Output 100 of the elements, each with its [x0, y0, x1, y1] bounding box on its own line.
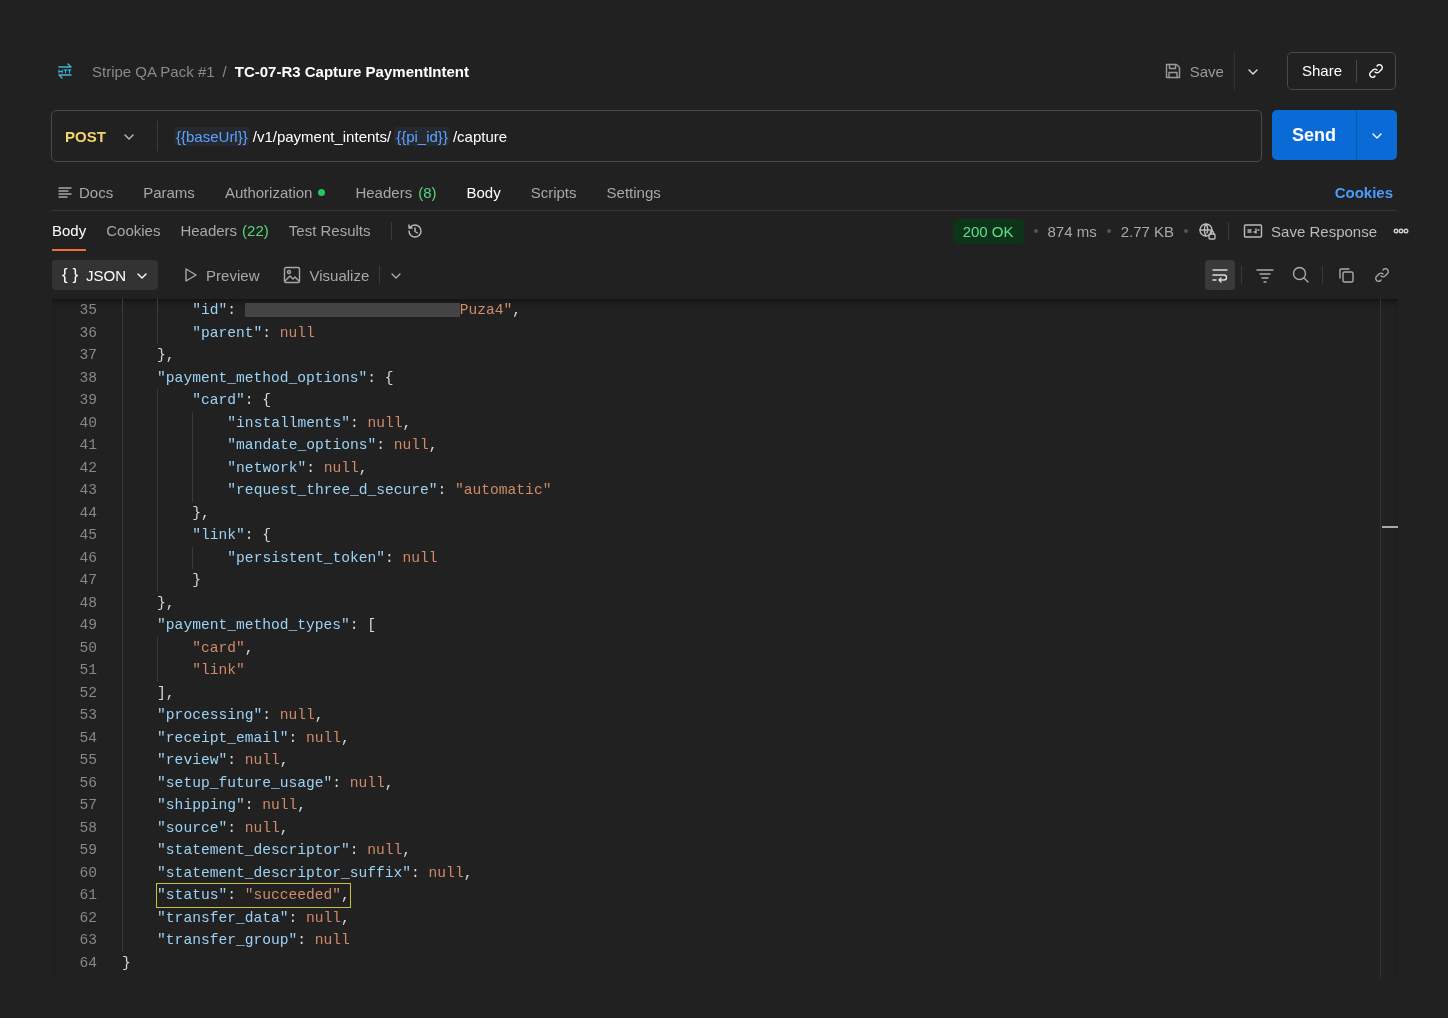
response-tab[interactable]: Test Results [288, 211, 371, 251]
url-variable[interactable]: {{pi_id}} [394, 126, 450, 146]
code-line: ], [157, 683, 175, 703]
code-line: }, [192, 503, 210, 523]
line-number: 36 [78, 323, 98, 343]
copy-icon [1337, 266, 1355, 284]
format-dropdown[interactable]: { } JSON [52, 260, 159, 290]
code-line: "id": Puza4", [192, 301, 522, 320]
code-line: "receipt_email": null, [157, 728, 350, 748]
line-number: 35 [78, 301, 98, 320]
response-tab[interactable]: Body [52, 211, 87, 251]
line-number: 45 [78, 526, 98, 545]
preview-button[interactable]: Preview [182, 266, 260, 284]
response-size: 2.77 KB [1120, 222, 1175, 240]
globe-lock-icon[interactable] [1198, 222, 1217, 240]
line-number: 64 [78, 953, 98, 973]
history-icon[interactable] [405, 222, 424, 240]
code-line: "review": null, [157, 751, 289, 770]
response-tab[interactable]: Cookies [106, 211, 161, 251]
code-line: "statement_descriptor": null, [157, 841, 412, 860]
line-number: 39 [78, 391, 98, 410]
scrollbar-mark [1382, 526, 1398, 528]
code-line: "payment_method_options": { [157, 368, 394, 388]
url-path: /capture [452, 127, 508, 145]
filter-icon [1255, 266, 1275, 284]
save-response-button[interactable]: Save Response [1243, 222, 1377, 240]
code-line: }, [157, 346, 175, 365]
line-number: 41 [78, 436, 98, 455]
request-tab[interactable]: Scripts [530, 174, 577, 210]
highlighted-code-line: "status": "succeeded", [157, 884, 350, 907]
line-number: 61 [78, 886, 98, 905]
line-number: 50 [78, 638, 98, 658]
send-button[interactable]: Send [1272, 110, 1397, 160]
save-button[interactable]: Save [1153, 52, 1234, 90]
visualize-button[interactable]: Visualize [283, 266, 370, 284]
code-line: "source": null, [157, 818, 289, 838]
cookies-link[interactable]: Cookies [1334, 183, 1393, 201]
line-number: 55 [78, 751, 98, 770]
line-number: 47 [78, 571, 98, 590]
code-line: "transfer_data": null, [157, 908, 350, 928]
request-tab[interactable]: Body [466, 174, 501, 210]
line-number: 49 [78, 616, 98, 635]
code-line: } [192, 571, 201, 590]
line-number: 37 [78, 346, 98, 365]
code-line: "persistent_token": null [227, 548, 438, 568]
url-bar[interactable]: POST {{baseUrl}} /v1/payment_intents/ {{pi_id}} /capture [51, 110, 1262, 162]
share-button[interactable]: Share [1286, 52, 1396, 90]
line-number: 51 [78, 661, 98, 680]
code-line: "card", [192, 638, 254, 658]
code-line: "network": null, [227, 458, 368, 478]
line-number: 54 [78, 728, 98, 748]
code-line: "request_three_d_secure": "automatic" [227, 481, 552, 500]
code-line: }, [157, 593, 175, 613]
line-number: 62 [78, 908, 98, 928]
code-line: "payment_method_types": [ [157, 616, 377, 635]
line-number: 52 [78, 683, 98, 703]
line-number: 59 [78, 841, 98, 860]
lines-icon [57, 184, 73, 200]
response-time: 874 ms [1047, 222, 1097, 240]
request-title: TC-07-R3 Capture PaymentIntent [234, 62, 469, 80]
line-number: 43 [78, 481, 98, 500]
request-tab[interactable]: Headers (8) [355, 174, 437, 210]
line-number: 40 [78, 413, 98, 433]
wrap-lines-button[interactable] [1205, 260, 1235, 290]
code-line: "installments": null, [227, 413, 412, 433]
search-icon [1291, 265, 1311, 285]
link-icon[interactable] [1367, 62, 1385, 80]
code-line: "link" [192, 661, 245, 680]
request-tab[interactable]: Params [143, 174, 195, 210]
method-dropdown[interactable]: POST [52, 121, 158, 151]
image-icon [283, 266, 302, 284]
example-icon [1243, 222, 1264, 240]
line-number: 46 [78, 548, 98, 568]
line-number: 48 [78, 593, 98, 613]
code-line: "setup_future_usage": null, [157, 773, 394, 793]
breadcrumb-separator: / [222, 62, 227, 80]
url-path: /v1/payment_intents/ [252, 127, 392, 145]
request-tab[interactable]: Authorization [224, 174, 326, 210]
request-tab[interactable]: Docs [57, 174, 114, 210]
collection-link[interactable]: Stripe QA Pack #1 [92, 62, 215, 80]
play-icon [182, 266, 199, 284]
code-line: } [122, 953, 131, 973]
response-tab[interactable]: Headers (22) [180, 211, 269, 251]
line-number: 57 [78, 796, 98, 815]
wrap-icon [1210, 266, 1230, 284]
code-line: "link": { [192, 526, 272, 545]
code-line: "shipping": null, [157, 796, 306, 815]
code-line: "mandate_options": null, [227, 436, 438, 455]
line-number: 44 [78, 503, 98, 523]
status-badge: 200 OK [952, 218, 1024, 244]
line-number: 53 [78, 706, 98, 725]
request-tab[interactable]: Settings [606, 174, 661, 210]
line-number: 63 [78, 931, 98, 950]
line-number: 58 [78, 818, 98, 838]
line-number: 60 [78, 863, 98, 883]
code-line: "processing": null, [157, 706, 324, 725]
code-line: "card": { [192, 391, 272, 410]
line-number: 38 [78, 368, 98, 388]
url-variable[interactable]: {{baseUrl}} [174, 126, 250, 146]
code-line: "transfer_group": null [157, 931, 350, 950]
